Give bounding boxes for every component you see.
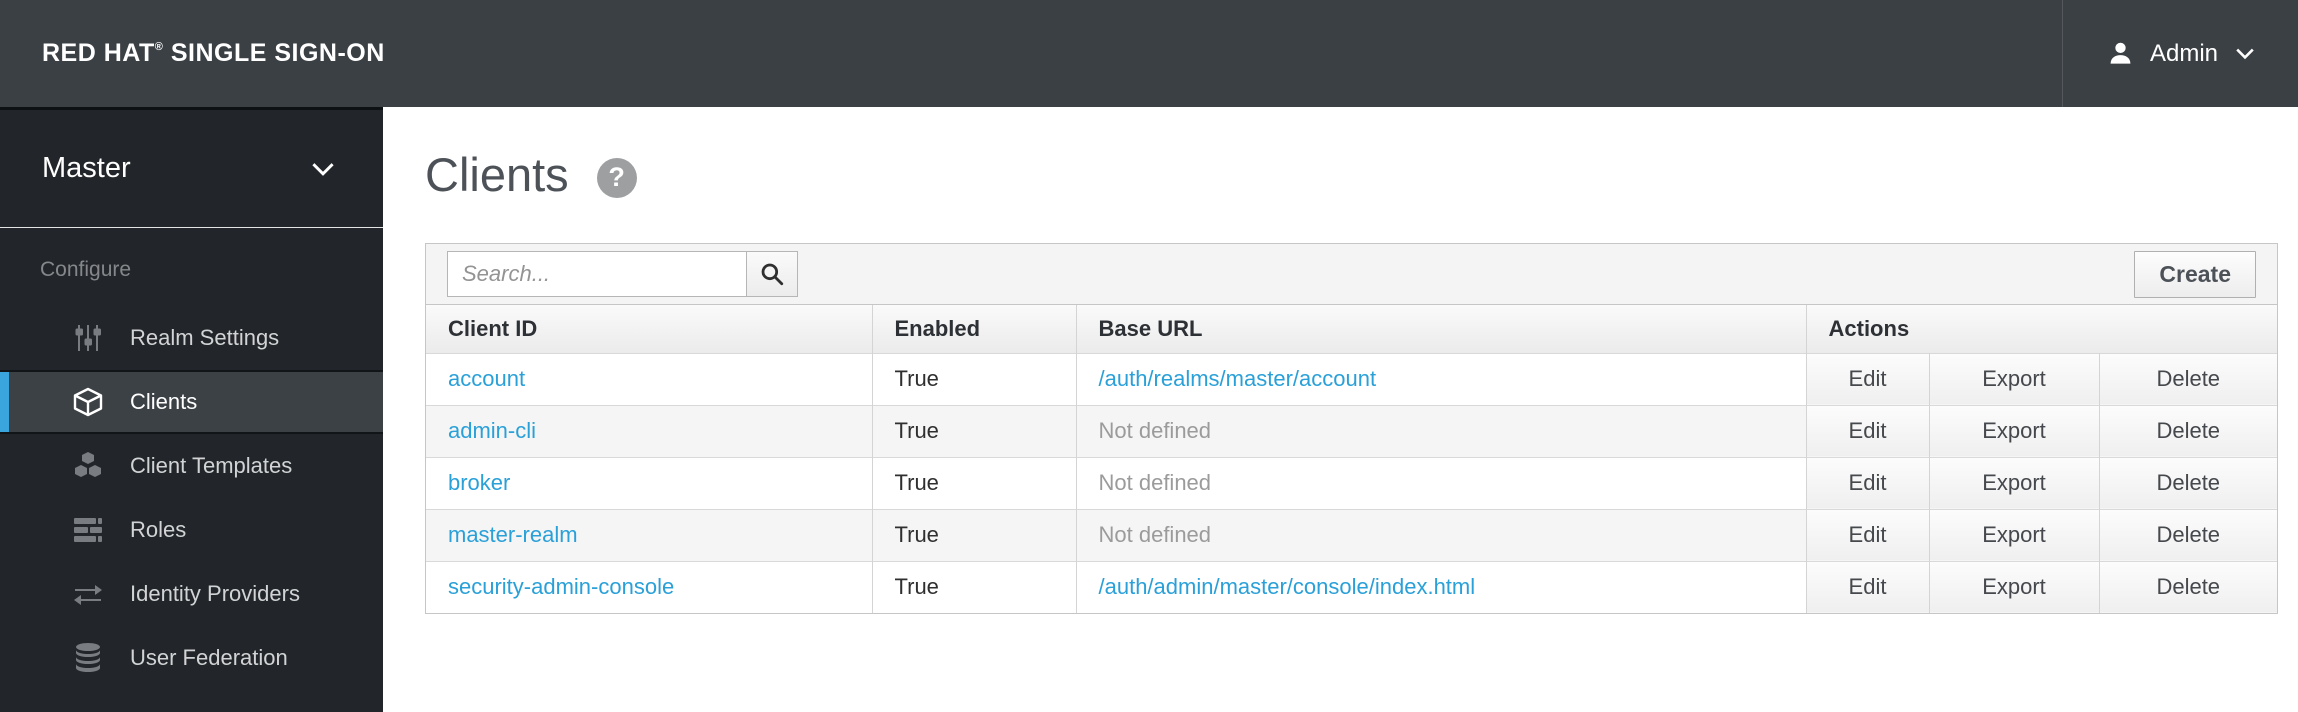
base-url-not-defined: Not defined [1098,418,1212,443]
edit-action[interactable]: Edit [1806,560,1930,613]
sidebar-item-clients[interactable]: Clients [0,370,383,434]
main-content: Clients ? Create [383,107,2298,712]
search-button[interactable] [747,251,798,297]
export-action[interactable]: Export [1929,508,2100,561]
client-id-link[interactable]: broker [448,470,510,495]
edit-action[interactable]: Edit [1806,352,1930,405]
base-url-link[interactable]: /auth/admin/master/console/index.html [1099,574,1476,599]
column-header-base-url: Base URL [1076,305,1807,353]
sidebar-item-identity-providers[interactable]: Identity Providers [0,562,383,626]
base-url-link[interactable]: /auth/realms/master/account [1099,366,1377,391]
enabled-value: True [872,456,1077,509]
table-row: account True /auth/realms/master/account… [426,352,2278,405]
column-header-actions: Actions [1806,305,2278,353]
realm-selector[interactable]: Master [0,110,383,228]
search-group [447,251,798,297]
clients-table: Client ID Enabled Base URL Actions accou… [426,305,2278,613]
table-row: broker True Not defined Edit Export Dele… [426,456,2278,509]
table-row: security-admin-console True /auth/admin/… [426,560,2278,613]
export-action[interactable]: Export [1929,352,2100,405]
edit-action[interactable]: Edit [1806,404,1930,457]
search-icon [759,261,785,287]
database-icon [70,643,106,673]
sidebar-item-user-federation[interactable]: User Federation [0,626,383,690]
sidebar: Master Configure Realm Settings Clients … [0,107,383,712]
export-action[interactable]: Export [1929,404,2100,457]
edit-action[interactable]: Edit [1806,508,1930,561]
column-header-enabled: Enabled [872,305,1077,353]
client-id-link[interactable]: account [448,366,525,391]
chevron-down-icon [309,161,337,177]
export-action[interactable]: Export [1929,456,2100,509]
sidebar-item-label: User Federation [130,645,288,670]
sidebar-item-label: Identity Providers [130,581,300,606]
table-header-row: Client ID Enabled Base URL Actions [426,305,2278,353]
enabled-value: True [872,508,1077,561]
delete-action[interactable]: Delete [2099,508,2278,561]
page-title: Clients ? [425,147,637,202]
chevron-down-icon [2234,47,2256,60]
top-bar: RED HAT® SINGLE SIGN-ON Admin [0,0,2298,107]
table-row: admin-cli True Not defined Edit Export D… [426,404,2278,457]
base-url-not-defined: Not defined [1098,470,1212,495]
cubes-icon [70,451,106,481]
user-name: Admin [2149,39,2218,67]
sidebar-item-client-templates[interactable]: Client Templates [0,434,383,498]
column-header-client-id: Client ID [426,305,873,353]
sidebar-item-label: Realm Settings [130,325,280,350]
enabled-value: True [872,352,1077,405]
sidebar-item-realm-settings[interactable]: Realm Settings [0,306,383,370]
edit-action[interactable]: Edit [1806,456,1930,509]
delete-action[interactable]: Delete [2099,352,2278,405]
user-icon [2107,40,2134,67]
exchange-arrows-icon [70,583,106,605]
enabled-value: True [872,560,1077,613]
list-icon [70,518,106,542]
client-id-link[interactable]: security-admin-console [448,574,674,599]
enabled-value: True [872,404,1077,457]
sidebar-item-label: Roles [130,517,187,542]
delete-action[interactable]: Delete [2099,456,2278,509]
client-id-link[interactable]: master-realm [448,522,578,547]
registered-mark: ® [154,41,164,53]
base-url-not-defined: Not defined [1098,522,1212,547]
table-toolbar: Create [426,244,2277,305]
sidebar-item-label: Clients [130,389,198,414]
delete-action[interactable]: Delete [2099,560,2278,613]
delete-action[interactable]: Delete [2099,404,2278,457]
app-logo: RED HAT® SINGLE SIGN-ON [42,39,385,67]
sliders-icon [70,324,106,352]
client-id-link[interactable]: admin-cli [448,418,536,443]
sidebar-section-label: Configure [40,258,132,281]
cube-icon [70,386,106,418]
sidebar-item-label: Client Templates [130,453,293,478]
realm-name: Master [42,152,131,184]
page-title-text: Clients [425,148,569,201]
search-input[interactable] [447,251,747,297]
sidebar-item-roles[interactable]: Roles [0,498,383,562]
export-action[interactable]: Export [1929,560,2100,613]
clients-table-container: Create Client ID Enabled Base URL Action… [425,243,2278,614]
help-icon[interactable]: ? [596,157,637,198]
table-row: master-realm True Not defined Edit Expor… [426,508,2278,561]
user-menu[interactable]: Admin [2061,0,2298,107]
create-button[interactable]: Create [2134,250,2256,298]
